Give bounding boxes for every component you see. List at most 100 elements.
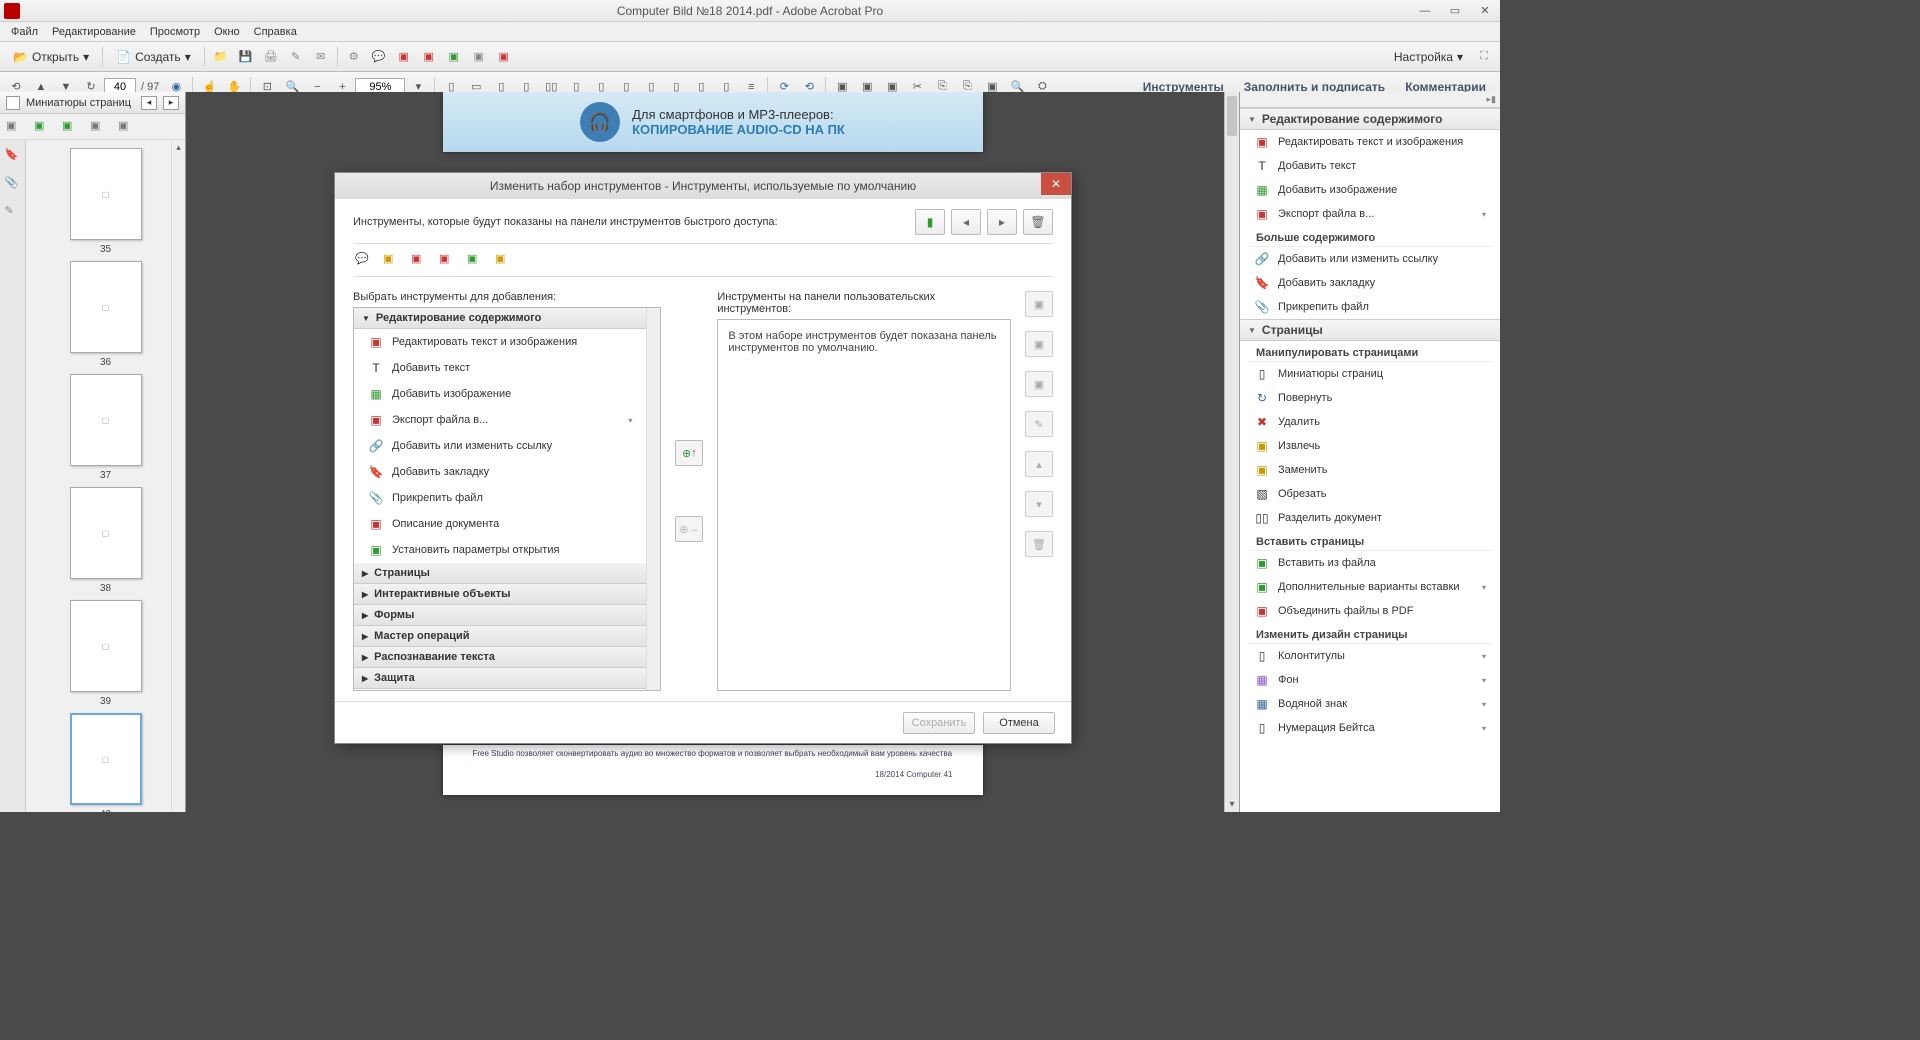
tool-add-text[interactable]: TДобавить текст: [1240, 154, 1500, 178]
nav-attach-icon[interactable]: 📎: [5, 176, 21, 192]
thumbs-scrollbar[interactable]: ▴: [171, 140, 185, 812]
side-btn-edit[interactable]: ✎: [1025, 411, 1053, 437]
tool-add-link[interactable]: 🔗Добавить или изменить ссылку: [1240, 247, 1500, 271]
avail-scrollbar[interactable]: [646, 308, 660, 690]
toolset-prev-icon[interactable]: ◂: [951, 209, 981, 235]
tool-insert-from-file[interactable]: ▣Вставить из файла: [1240, 551, 1500, 575]
tools-panel-tab-icon[interactable]: ▸▮: [1240, 92, 1500, 108]
tool-b-icon[interactable]: ▣: [492, 45, 516, 69]
qt-b-icon[interactable]: ▣: [439, 252, 457, 270]
thumb-tool-d-icon[interactable]: ▣: [90, 119, 106, 135]
thumb-tool-c-icon[interactable]: ▣: [62, 119, 78, 135]
qt-c-icon[interactable]: ▣: [467, 252, 485, 270]
toolset-save-icon[interactable]: ▮: [915, 209, 945, 235]
dialog-cancel-button[interactable]: Отмена: [983, 712, 1055, 734]
cat-forms[interactable]: ▶Формы: [354, 605, 646, 626]
avail-export[interactable]: ▣Экспорт файла в...▾: [354, 407, 646, 433]
save-disk-icon[interactable]: 💾: [234, 45, 258, 69]
sign-icon[interactable]: ▣: [442, 45, 466, 69]
thumbnails-list[interactable]: ▢35 ▢36 ▢37 ▢38 ▢39 ▢40 ▴: [26, 140, 185, 812]
tool-add-image[interactable]: ▦Добавить изображение: [1240, 178, 1500, 202]
side-btn-c[interactable]: ▣: [1025, 371, 1053, 397]
thumb-tool-b-icon[interactable]: ▣: [34, 119, 50, 135]
side-btn-b[interactable]: ▣: [1025, 331, 1053, 357]
move-down-button[interactable]: ▾: [1025, 491, 1053, 517]
cat-content-editing[interactable]: ▼Редактирование содержимого: [354, 308, 646, 329]
mail-icon[interactable]: ✉: [309, 45, 333, 69]
cat-pages[interactable]: ▶Страницы: [354, 563, 646, 584]
thumbnail-39[interactable]: ▢: [70, 600, 142, 692]
qt-comment-icon[interactable]: 💬: [355, 252, 373, 270]
cat-interactive[interactable]: ▶Интерактивные объекты: [354, 584, 646, 605]
minimize-button[interactable]: —: [1410, 1, 1440, 21]
avail-doc-desc[interactable]: ▣Описание документа: [354, 511, 646, 537]
thumbnail-38[interactable]: ▢: [70, 487, 142, 579]
tool-header-footer[interactable]: ▯Колонтитулы▾: [1240, 644, 1500, 668]
tool-background[interactable]: ▦Фон▾: [1240, 668, 1500, 692]
avail-add-text[interactable]: TДобавить текст: [354, 355, 646, 381]
avail-link[interactable]: 🔗Добавить или изменить ссылку: [354, 433, 646, 459]
scrollbar-thumb[interactable]: [1227, 96, 1237, 136]
stamp-icon[interactable]: ▣: [392, 45, 416, 69]
thumbnail-40[interactable]: ▢: [70, 713, 142, 805]
menu-view[interactable]: Просмотр: [143, 24, 207, 40]
close-window-button[interactable]: ✕: [1470, 1, 1500, 21]
edit-icon[interactable]: ✎: [284, 45, 308, 69]
thumbnail-36[interactable]: ▢: [70, 261, 142, 353]
toolset-delete-icon[interactable]: 🗑: [1023, 209, 1053, 235]
scroll-up-icon[interactable]: ▴: [172, 140, 185, 154]
tool-combine[interactable]: ▣Объединить файлы в PDF: [1240, 599, 1500, 623]
qt-note-icon[interactable]: ▣: [383, 252, 401, 270]
open-button[interactable]: 📂Открыть ▾: [4, 45, 98, 69]
menu-edit[interactable]: Редактирование: [45, 24, 143, 40]
avail-attach[interactable]: 📎Прикрепить файл: [354, 485, 646, 511]
comment-icon[interactable]: 💬: [367, 45, 391, 69]
tool-extract[interactable]: ▣Извлечь: [1240, 434, 1500, 458]
avail-edit-text[interactable]: ▣Редактировать текст и изображения: [354, 329, 646, 355]
avail-bookmark[interactable]: 🔖Добавить закладку: [354, 459, 646, 485]
menu-window[interactable]: Окно: [207, 24, 247, 40]
tool-split[interactable]: ▯▯Разделить документ: [1240, 506, 1500, 530]
tool-edit-text-images[interactable]: ▣Редактировать текст и изображения: [1240, 130, 1500, 154]
scroll-down-icon[interactable]: ▾: [1225, 797, 1239, 812]
available-tools-list[interactable]: ▼Редактирование содержимого ▣Редактирова…: [353, 307, 661, 691]
tool-rotate[interactable]: ↻Повернуть: [1240, 386, 1500, 410]
thumbs-prev-icon[interactable]: ◂: [141, 96, 157, 110]
add-to-panel-button[interactable]: ⊕→: [675, 516, 703, 542]
menu-help[interactable]: Справка: [247, 24, 304, 40]
tool-replace[interactable]: ▣Заменить: [1240, 458, 1500, 482]
attach-icon[interactable]: ▣: [417, 45, 441, 69]
maximize-button[interactable]: ▭: [1440, 1, 1470, 21]
save-icon[interactable]: 📁: [209, 45, 233, 69]
tool-watermark[interactable]: ▦Водяной знак▾: [1240, 692, 1500, 716]
tool-more-insert[interactable]: ▣Дополнительные варианты вставки▾: [1240, 575, 1500, 599]
cat-protect[interactable]: ▶Защита: [354, 668, 646, 689]
gear-icon[interactable]: ⚙: [342, 45, 366, 69]
add-to-quick-button[interactable]: ⊕↑: [675, 440, 703, 466]
create-button[interactable]: 📄Создать ▾: [107, 45, 200, 69]
tool-export-file[interactable]: ▣Экспорт файла в...▾: [1240, 202, 1500, 226]
tool-add-bookmark[interactable]: 🔖Добавить закладку: [1240, 271, 1500, 295]
cat-actions[interactable]: ▶Мастер операций: [354, 626, 646, 647]
dialog-close-button[interactable]: ✕: [1041, 173, 1071, 195]
thumb-tool-a-icon[interactable]: ▣: [6, 119, 22, 135]
side-btn-a[interactable]: ▣: [1025, 291, 1053, 317]
toolset-next-icon[interactable]: ▸: [987, 209, 1017, 235]
print-icon[interactable]: 🖨: [259, 45, 283, 69]
tool-page-thumbs[interactable]: ▯Миниатюры страниц: [1240, 362, 1500, 386]
tool-a-icon[interactable]: ▣: [467, 45, 491, 69]
move-up-button[interactable]: ▴: [1025, 451, 1053, 477]
expand-icon[interactable]: ⛶: [1472, 45, 1496, 69]
tool-bates[interactable]: ▯Нумерация Бейтса▾: [1240, 716, 1500, 740]
menu-file[interactable]: Файл: [4, 24, 45, 40]
thumb-tool-e-icon[interactable]: ▣: [118, 119, 134, 135]
nav-bookmarks-icon[interactable]: 🔖: [5, 148, 21, 164]
tool-crop[interactable]: ▧Обрезать: [1240, 482, 1500, 506]
dialog-save-button[interactable]: Сохранить: [903, 712, 975, 734]
remove-button[interactable]: 🗑: [1025, 531, 1053, 557]
avail-add-image[interactable]: ▦Добавить изображение: [354, 381, 646, 407]
nav-sign-icon[interactable]: ✎: [5, 204, 21, 220]
thumbnail-37[interactable]: ▢: [70, 374, 142, 466]
tool-attach-file[interactable]: 📎Прикрепить файл: [1240, 295, 1500, 319]
cat-ocr[interactable]: ▶Распознавание текста: [354, 647, 646, 668]
